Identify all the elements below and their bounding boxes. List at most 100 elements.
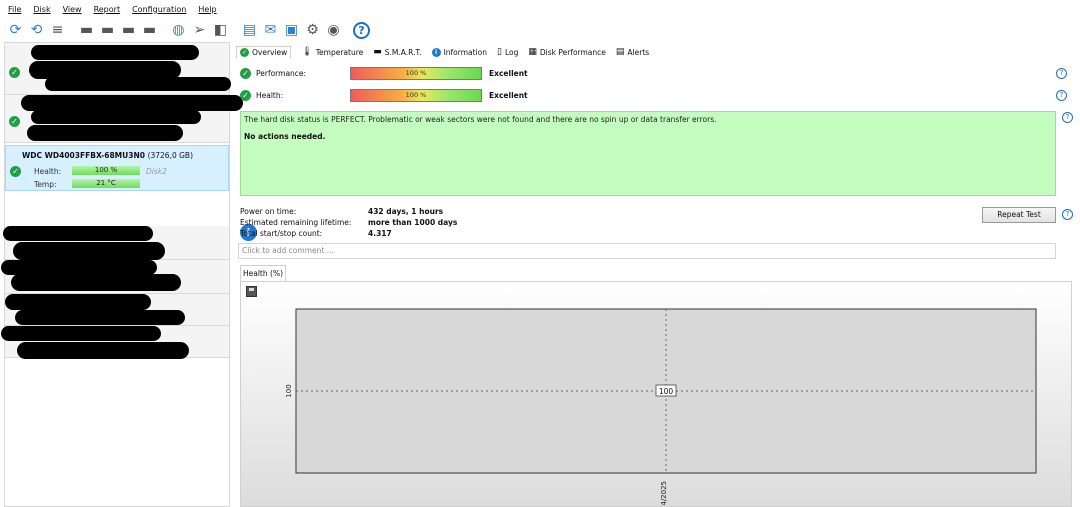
tab-label: Temperature <box>315 47 364 57</box>
menu-configuration[interactable]: Configuration <box>132 5 186 14</box>
redaction <box>13 242 165 260</box>
menu-report[interactable]: Report <box>94 5 121 14</box>
check-icon: ✓ <box>240 48 249 57</box>
lifetime-label: Estimated remaining lifetime: <box>240 218 352 227</box>
redaction <box>1 326 161 341</box>
health-chart-area: 100 14/4/2025 100 <box>240 281 1072 507</box>
health-verdict: Excellent <box>489 90 528 100</box>
tab-log[interactable]: ▯ Log <box>497 47 518 57</box>
drive-1-icon[interactable]: ▬ <box>77 21 96 40</box>
tab-smart[interactable]: ▬ S.M.A.R.T. <box>373 47 421 57</box>
disk-item-redacted-2[interactable]: ✓ <box>5 95 243 143</box>
menu-disk[interactable]: Disk <box>33 5 50 14</box>
menu-help[interactable]: Help <box>198 5 216 14</box>
drive-2-icon[interactable]: ▬ <box>98 21 117 40</box>
disk-item-redacted-3[interactable] <box>3 226 229 260</box>
disk-temp-bar: 21 °C <box>72 179 140 188</box>
disk-temp-label: Temp: <box>34 180 57 189</box>
chart-icon: ▦ <box>528 47 537 57</box>
tab-disk-performance[interactable]: ▦ Disk Performance <box>528 47 606 57</box>
help-icon[interactable]: ? <box>1056 67 1067 79</box>
lifetime-value: more than 1000 days <box>368 218 458 227</box>
notepad-icon[interactable]: ▤ <box>240 21 259 40</box>
disk-icon[interactable]: ◧ <box>211 21 230 40</box>
redaction <box>15 310 185 325</box>
menu-view[interactable]: View <box>63 5 82 14</box>
tab-label: Log <box>504 47 519 57</box>
disk-item-redacted-6[interactable] <box>1 326 229 359</box>
refresh-icon[interactable]: ⟳ <box>6 21 25 40</box>
status-message-box: The hard disk status is PERFECT. Problem… <box>240 111 1056 196</box>
redaction <box>27 125 183 141</box>
drive-3-icon[interactable]: ▬ <box>119 21 138 40</box>
tab-temperature[interactable]: 🌡 Temperature <box>301 47 363 57</box>
redaction <box>17 342 189 359</box>
redaction <box>3 226 153 241</box>
mail-icon[interactable]: ✉ <box>261 21 280 40</box>
disk-item-selected[interactable]: WDC WD4003FFBX-68MU3N0 (3726,0 GB) ✓ Hea… <box>5 145 229 191</box>
menu-bar: File Disk View Report Configuration Help <box>0 0 1080 18</box>
power-on-label: Power on time: <box>240 207 297 216</box>
toolbar-separator <box>232 21 238 40</box>
tab-health-chart[interactable]: Health (%) <box>240 265 286 281</box>
disk-health-label: Health: <box>34 167 62 176</box>
tab-information[interactable]: i Information <box>431 47 487 57</box>
ok-icon: ✓ <box>240 67 251 79</box>
help-icon[interactable]: ? <box>1062 209 1073 220</box>
refresh-all-icon[interactable]: ⟲ <box>27 21 46 40</box>
performance-row: ✓ Performance: 100 % Excellent ? <box>240 66 1075 80</box>
tab-label: Alerts <box>627 47 650 57</box>
disk-list: ✓ ✓ WDC WD4003FFBX-68MU3N0 (3726,0 GB) ✓… <box>1 42 243 507</box>
tab-bar: ✓ Overview 🌡 Temperature ▬ S.M.A.R.T. i Info… <box>236 44 649 60</box>
disk-item-redacted-1[interactable]: ✓ <box>5 43 231 95</box>
toolbar-separator <box>161 21 167 40</box>
startstop-label: Total start/stop count: <box>240 229 323 238</box>
disk-capacity: (3726,0 GB) <box>147 151 193 160</box>
repeat-test-button[interactable]: Repeat Test <box>982 207 1056 223</box>
menu-file[interactable]: File <box>8 5 21 14</box>
health-label: Health: <box>256 90 284 100</box>
health-bar: 100 % <box>350 88 482 102</box>
alert-doc-icon: ▤ <box>615 47 625 57</box>
help-icon[interactable]: ? <box>1056 89 1067 101</box>
redaction <box>21 95 243 111</box>
globe-icon[interactable]: ◍ <box>169 21 188 40</box>
list-icon[interactable]: ≡ <box>48 21 67 40</box>
redaction <box>1 260 157 275</box>
disk-model: WDC WD4003FFBX-68MU3N0 <box>22 151 145 160</box>
performance-verdict: Excellent <box>489 68 528 78</box>
disk-item-redacted-5[interactable] <box>5 294 229 326</box>
tab-label: S.M.A.R.T. <box>384 47 422 57</box>
redaction <box>31 45 199 60</box>
tab-overview[interactable]: ✓ Overview <box>236 46 292 58</box>
tab-label: Overview <box>252 48 288 57</box>
help-icon[interactable]: ? <box>353 21 370 39</box>
ok-icon: ✓ <box>9 67 20 78</box>
redaction <box>31 110 201 124</box>
document-icon: ▯ <box>497 47 502 57</box>
y-tick-label: 100 <box>285 384 293 397</box>
redaction <box>11 274 181 291</box>
tab-label: Information <box>443 47 487 57</box>
health-row: ✓ Health: 100 % Excellent ? <box>240 88 1075 102</box>
help-icon[interactable]: ? <box>1062 112 1073 123</box>
disk-item-redacted-4[interactable] <box>1 260 229 294</box>
disk-info: Power on time: 432 days, 1 hours Estimate… <box>240 206 457 239</box>
send-icon[interactable]: ➢ <box>190 21 209 40</box>
disk-title: WDC WD4003FFBX-68MU3N0 (3726,0 GB) <box>22 151 193 160</box>
x-tick-label: 14/4/2025 <box>660 481 668 506</box>
comment-field[interactable]: Click to add comment ... <box>238 243 1056 259</box>
ok-icon: ✓ <box>240 89 251 101</box>
network-icon[interactable]: ▣ <box>282 21 301 40</box>
dash-icon: ▬ <box>373 47 382 57</box>
data-label: 100 <box>659 387 674 396</box>
gear-icon[interactable]: ⚙ <box>303 21 322 40</box>
status-message: The hard disk status is PERFECT. Problem… <box>244 115 717 124</box>
info-circle-icon: i <box>431 47 441 57</box>
speaker-icon[interactable]: ◉ <box>324 21 343 40</box>
performance-bar: 100 % <box>350 66 482 80</box>
tab-alerts[interactable]: ▤ Alerts <box>616 47 649 57</box>
drive-4-icon[interactable]: ▬ <box>140 21 159 40</box>
app-window: File Disk View Report Configuration Help… <box>0 0 1080 507</box>
redaction <box>45 77 231 91</box>
